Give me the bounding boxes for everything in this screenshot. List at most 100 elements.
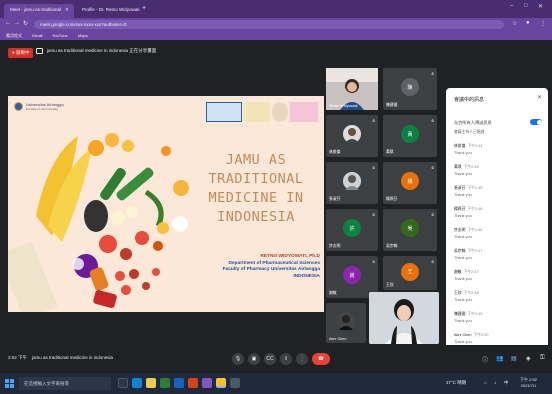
store-icon[interactable]: [230, 378, 240, 388]
message-sender: 陳建國: [454, 312, 466, 316]
profile-icon[interactable]: ●: [526, 20, 530, 26]
mic-off-icon: ⦸: [372, 212, 375, 217]
chrome-icon[interactable]: [216, 378, 226, 388]
slide-title-line: INDONESIA: [217, 209, 295, 225]
more-icon[interactable]: ⋮: [296, 353, 308, 365]
word-icon[interactable]: [174, 378, 184, 388]
self-view-video[interactable]: [369, 292, 439, 344]
message-time: 下午2:47: [463, 270, 479, 274]
info-icon[interactable]: ⓘ: [482, 355, 488, 364]
excel-icon[interactable]: [160, 378, 170, 388]
bookmarks-bar: 應用程式 Gmail YouTube Maps: [0, 31, 552, 40]
message-text: Thank you: [454, 151, 472, 155]
windows-start-icon[interactable]: [5, 379, 14, 388]
taskbar-clock[interactable]: 下午 2:52 2021/7/1: [520, 377, 537, 389]
task-view-icon[interactable]: [118, 378, 128, 388]
participant-name: 林俊傑: [329, 150, 341, 154]
participant-name: Retno Widyowati: [329, 104, 358, 108]
avatar: [343, 125, 361, 144]
powerpoint-icon[interactable]: [188, 378, 198, 388]
people-icon[interactable]: 👥: [496, 355, 503, 362]
participant-tile[interactable]: 楊 ⦸ 楊佩芬: [383, 162, 437, 204]
avatar: 黃: [401, 125, 419, 144]
participant-tile[interactable]: 吳 ⦸ 吳宗翰: [383, 209, 437, 251]
participant-tile[interactable]: ⦸ 張淑芬: [326, 162, 378, 204]
chat-panel-title: 會議中的訊息: [454, 97, 485, 103]
mic-off-icon: ⦸: [372, 118, 375, 123]
meet-control-bar: 2:52 下午 jamu as traditional medicine in …: [0, 345, 552, 373]
captions-icon[interactable]: CC: [264, 353, 276, 365]
tab-label: Meet - jamu-as-traditional: [10, 7, 62, 12]
new-tab-icon[interactable]: +: [142, 5, 146, 12]
end-call-icon[interactable]: ☎: [312, 353, 330, 365]
recording-badge: ● 錄製中: [8, 48, 34, 58]
message-time: 下午2:45: [467, 186, 483, 190]
participant-name: 許志明: [329, 244, 341, 248]
participant-name: Alex Chen: [329, 337, 347, 341]
message-time: 下午2:44: [467, 144, 483, 148]
bookmark-apps[interactable]: 應用程式: [6, 33, 22, 39]
mic-icon[interactable]: 🎙: [232, 353, 244, 365]
bookmark-maps[interactable]: Maps: [78, 33, 88, 38]
message-time: 下午2:47: [467, 249, 483, 253]
close-icon[interactable]: ✕: [65, 7, 69, 12]
mic-off-icon: ⦸: [431, 71, 434, 76]
avatar: 吳: [401, 219, 419, 238]
message-time: 下午2:50: [473, 333, 489, 337]
url-input[interactable]: meet.google.com/xxx-xxxx-xxx?authuser=0: [34, 20, 504, 29]
partner-logo: [290, 102, 318, 122]
volume-icon[interactable]: ♪: [494, 380, 496, 385]
message-sender: 謝敏: [454, 270, 462, 274]
reload-icon[interactable]: ↻: [23, 20, 28, 27]
participant-name: 陳建國: [386, 103, 398, 107]
taskbar-search-input[interactable]: 在這裡輸入文字來搜尋: [19, 377, 111, 390]
present-icon[interactable]: ⇪: [280, 353, 292, 365]
tab-meet[interactable]: Meet - jamu-as-traditional ✕: [4, 4, 74, 18]
participant-tile[interactable]: ⦸ 林俊傑: [326, 115, 378, 157]
forward-icon[interactable]: →: [14, 20, 20, 26]
avatar: 陳: [401, 78, 419, 97]
mic-off-icon: ⦸: [431, 259, 434, 264]
participant-name: 謝敏: [329, 291, 337, 295]
participant-tile[interactable]: 許 ⦸ 許志明: [326, 209, 378, 251]
teams-icon[interactable]: [202, 378, 212, 388]
participant-tile[interactable]: Retno Widyowati: [326, 68, 378, 110]
allow-messages-toggle[interactable]: [530, 119, 542, 125]
camera-icon[interactable]: ▣: [248, 353, 260, 365]
participant-tile[interactable]: 黃 ⦸ 黃琪: [383, 115, 437, 157]
activities-icon[interactable]: ◈: [526, 355, 531, 362]
bookmark-gmail[interactable]: Gmail: [32, 33, 42, 38]
slide-title-line: MEDICINE IN: [208, 190, 304, 206]
edge-icon[interactable]: [132, 378, 142, 388]
participant-tile[interactable]: 陳 ⦸ 陳建國: [383, 68, 437, 110]
ime-icon[interactable]: 中: [504, 380, 509, 386]
address-bar: ← → ↻ meet.google.com/xxx-xxxx-xxx?authu…: [0, 18, 552, 31]
message-text: Thank you: [454, 319, 472, 323]
window-close-icon[interactable]: ✕: [538, 3, 543, 10]
mic-off-icon: ⦸: [372, 165, 375, 170]
shared-slide: Universitas Airlangga Excellence with Mo…: [8, 96, 324, 312]
chat-icon[interactable]: ▤: [511, 355, 517, 362]
participant-name: 張淑芬: [329, 197, 341, 201]
tab-profile[interactable]: Profile - Dr. Retno Widyowati✕: [76, 4, 140, 18]
participant-name: 吳宗翰: [386, 244, 398, 248]
message-text: Thank you: [454, 256, 472, 260]
maximize-icon[interactable]: □: [524, 3, 528, 9]
participant-tile[interactable]: 王 ⦸ 王欣: [383, 256, 437, 290]
participant-name: 楊佩芬: [386, 197, 398, 201]
file-explorer-icon[interactable]: [146, 378, 156, 388]
chat-message: 謝敏 下午2:47 Thank you: [454, 270, 542, 281]
star-icon[interactable]: ☆: [512, 20, 517, 27]
lock-icon[interactable]: ⚿: [540, 355, 545, 362]
weather-widget[interactable]: 27°C 晴朗: [446, 380, 466, 386]
presenter-text: jamu as traditional medicine in indonesi…: [47, 48, 157, 53]
close-icon[interactable]: ✕: [537, 94, 542, 101]
message-text: Thank you: [454, 172, 472, 176]
bookmark-youtube[interactable]: YouTube: [52, 33, 68, 38]
clock-date: 2021/7/1: [520, 383, 537, 388]
minimize-icon[interactable]: –: [510, 3, 513, 9]
menu-icon[interactable]: ⋮: [540, 20, 546, 27]
back-icon[interactable]: ←: [5, 20, 11, 26]
participant-tile[interactable]: Alex Chen: [326, 303, 366, 343]
network-icon[interactable]: ⌂: [484, 380, 487, 385]
